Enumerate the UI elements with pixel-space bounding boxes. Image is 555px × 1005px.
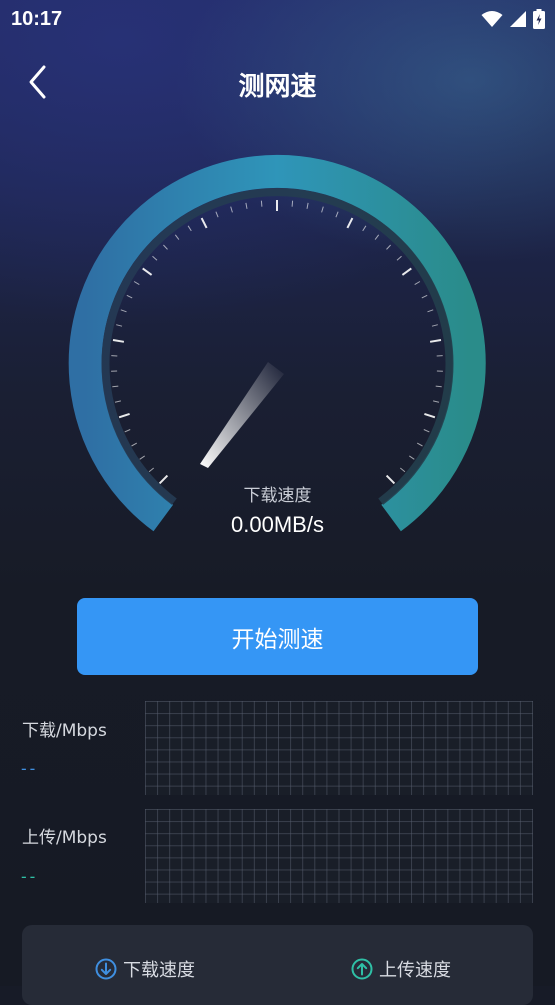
gauge-tick [417, 443, 422, 446]
download-value: -- [21, 759, 38, 779]
gauge-tick [292, 201, 293, 207]
upload-value: -- [21, 867, 38, 887]
gauge-tick [202, 218, 207, 228]
gauge-tick [216, 212, 218, 218]
gauge-tick [231, 207, 233, 213]
battery-icon [533, 9, 545, 29]
gauge-tick [375, 235, 379, 240]
arrow-down-circle-icon [95, 958, 117, 980]
gauge-tick [424, 414, 435, 417]
gauge-tick [112, 386, 118, 387]
header: 测网速 [0, 50, 555, 116]
gauge-tick [175, 235, 179, 240]
gauge-tick [430, 340, 441, 342]
gauge-tick [246, 203, 247, 209]
gauge-inner-band [105, 192, 449, 502]
gauge-tick [432, 325, 438, 327]
gauge-tick [140, 456, 145, 459]
gauge-tick [397, 256, 402, 260]
status-time: 10:17 [11, 8, 62, 31]
gauge-tick [153, 256, 158, 260]
download-graph [145, 701, 533, 795]
tab-download-label: 下载速度 [123, 956, 195, 982]
speed-tabs: 下载速度 上传速度 [22, 925, 533, 1005]
upload-graph [145, 809, 533, 903]
gauge-tick [307, 203, 308, 209]
tab-download-speed[interactable]: 下载速度 [95, 956, 195, 982]
tab-upload-label: 上传速度 [379, 956, 451, 982]
gauge-tick [422, 295, 427, 298]
gauge-value: 0.00MB/s [0, 512, 555, 538]
gauge-label: 下载速度 [0, 481, 555, 506]
gauge-tick [347, 218, 352, 228]
page-title: 测网速 [0, 66, 555, 103]
gauge-tick [400, 468, 405, 472]
gauge-tick [121, 310, 127, 312]
status-icons [481, 9, 545, 29]
status-bar: 10:17 [0, 0, 555, 38]
gauge-tick [116, 325, 122, 327]
gauge-tick [363, 226, 366, 231]
gauge-tick [127, 295, 132, 298]
start-test-button[interactable]: 开始测速 [77, 598, 478, 675]
gauge-tick [132, 443, 137, 446]
download-label: 下载/Mbps [22, 716, 107, 741]
gauge-tick [436, 386, 442, 387]
gauge-tick [134, 282, 139, 285]
gauge-tick [119, 414, 130, 417]
gauge-tick [261, 201, 262, 207]
tab-upload-speed[interactable]: 上传速度 [351, 956, 451, 982]
gauge-tick [428, 310, 434, 312]
gauge-tick [402, 268, 411, 275]
gauge-needle [200, 362, 284, 468]
gauge-tick [113, 340, 124, 342]
gauge-tick [143, 268, 152, 275]
gauge-tick [433, 401, 439, 402]
arrow-up-circle-icon [351, 958, 373, 980]
upload-label: 上传/Mbps [22, 823, 107, 848]
gauge-tick [188, 226, 191, 231]
gauge-tick [415, 282, 420, 285]
gauge-tick [322, 207, 324, 213]
gauge-tick [336, 212, 338, 218]
gauge-tick [149, 468, 154, 472]
gauge-tick [115, 401, 121, 402]
signal-icon [509, 10, 527, 28]
gauge-tick [424, 430, 430, 432]
gauge-tick [387, 245, 391, 249]
wifi-icon [481, 10, 503, 28]
gauge-tick [409, 456, 414, 459]
gauge-tick [163, 245, 167, 249]
gauge-tick [125, 430, 131, 432]
